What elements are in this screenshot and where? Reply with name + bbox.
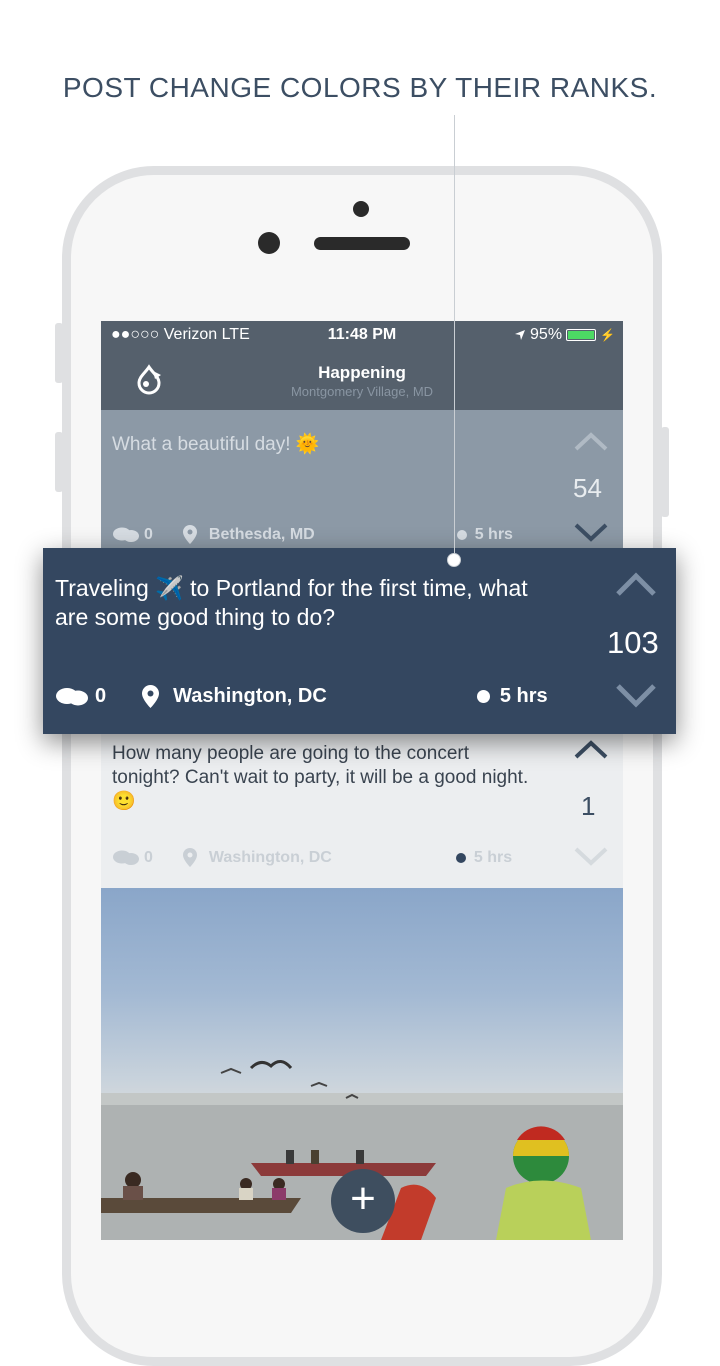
post-text: How many people are going to the concert… [112,743,529,812]
location-pin-icon [142,685,160,708]
app-screen: ●●○○○ Verizon LTE 11:48 PM 95% ⚡ Happeni… [101,321,623,1240]
comments-icon[interactable] [112,526,140,544]
nav-title: Happening [318,363,406,382]
post-time: 5 hrs [473,848,513,866]
vote-count: 103 [607,625,659,660]
comment-count: 0 [95,685,107,707]
post-card[interactable]: What a beautiful day! 🌞 54 0 Bethesda, M… [101,410,623,560]
location-pin-icon [182,525,197,544]
post-card[interactable]: How many people are going to the concert… [101,736,623,886]
proximity-sensor [353,201,369,217]
location-pin-icon [182,848,197,867]
status-right: 95% ⚡ [514,326,615,344]
nav-bar: Happening Montgomery Village, MD [101,349,623,410]
post-meta: 0 Bethesda, MD 5 hrs [112,525,513,544]
time-dot-icon [456,529,467,540]
callout-line [454,115,455,560]
downvote-chevron-icon[interactable] [573,522,609,544]
charging-icon: ⚡ [600,328,615,342]
power-button [661,427,669,517]
post-time: 5 hrs [499,685,548,707]
post-location: Bethesda, MD [208,525,315,543]
upvote-chevron-icon[interactable] [573,430,609,452]
headline: POST CHANGE COLORS BY THEIR RANKS. [62,72,658,103]
nav-subtitle: Montgomery Village, MD [290,384,434,399]
vote-count: 1 [581,791,596,821]
comment-count: 0 [144,525,153,543]
earpiece-speaker [314,237,410,250]
comment-count: 0 [144,848,153,866]
battery-percent: 95% [530,326,563,343]
comments-icon[interactable] [112,849,140,867]
location-arrow-icon [515,330,526,340]
upvote-chevron-icon[interactable] [614,570,658,598]
time-dot-icon [455,852,466,863]
time-dot-icon [476,690,490,703]
new-post-button[interactable]: + [331,1169,395,1233]
upvote-chevron-icon[interactable] [573,738,609,760]
post-location: Washington, DC [173,685,327,707]
downvote-chevron-icon[interactable] [614,682,658,710]
post-text: Traveling ✈️ to Portland for the first t… [55,575,528,630]
post-text: What a beautiful day! 🌞 [112,434,320,455]
comments-icon[interactable] [55,686,89,708]
battery-icon [566,329,597,341]
post-location: Washington, DC [208,848,332,866]
post-time: 5 hrs [474,525,513,543]
front-camera [258,232,280,254]
callout-dot [447,553,461,567]
status-bar: ●●○○○ Verizon LTE 11:48 PM 95% ⚡ [101,321,623,349]
post-meta: 0 Washington, DC 5 hrs [55,685,548,708]
volume-button [55,432,63,492]
downvote-chevron-icon[interactable] [573,846,609,868]
highlighted-post-card[interactable]: Traveling ✈️ to Portland for the first t… [43,548,676,734]
post-meta: 0 Washington, DC 5 hrs [112,848,512,867]
vote-count: 54 [573,473,602,503]
volume-button [55,323,63,383]
